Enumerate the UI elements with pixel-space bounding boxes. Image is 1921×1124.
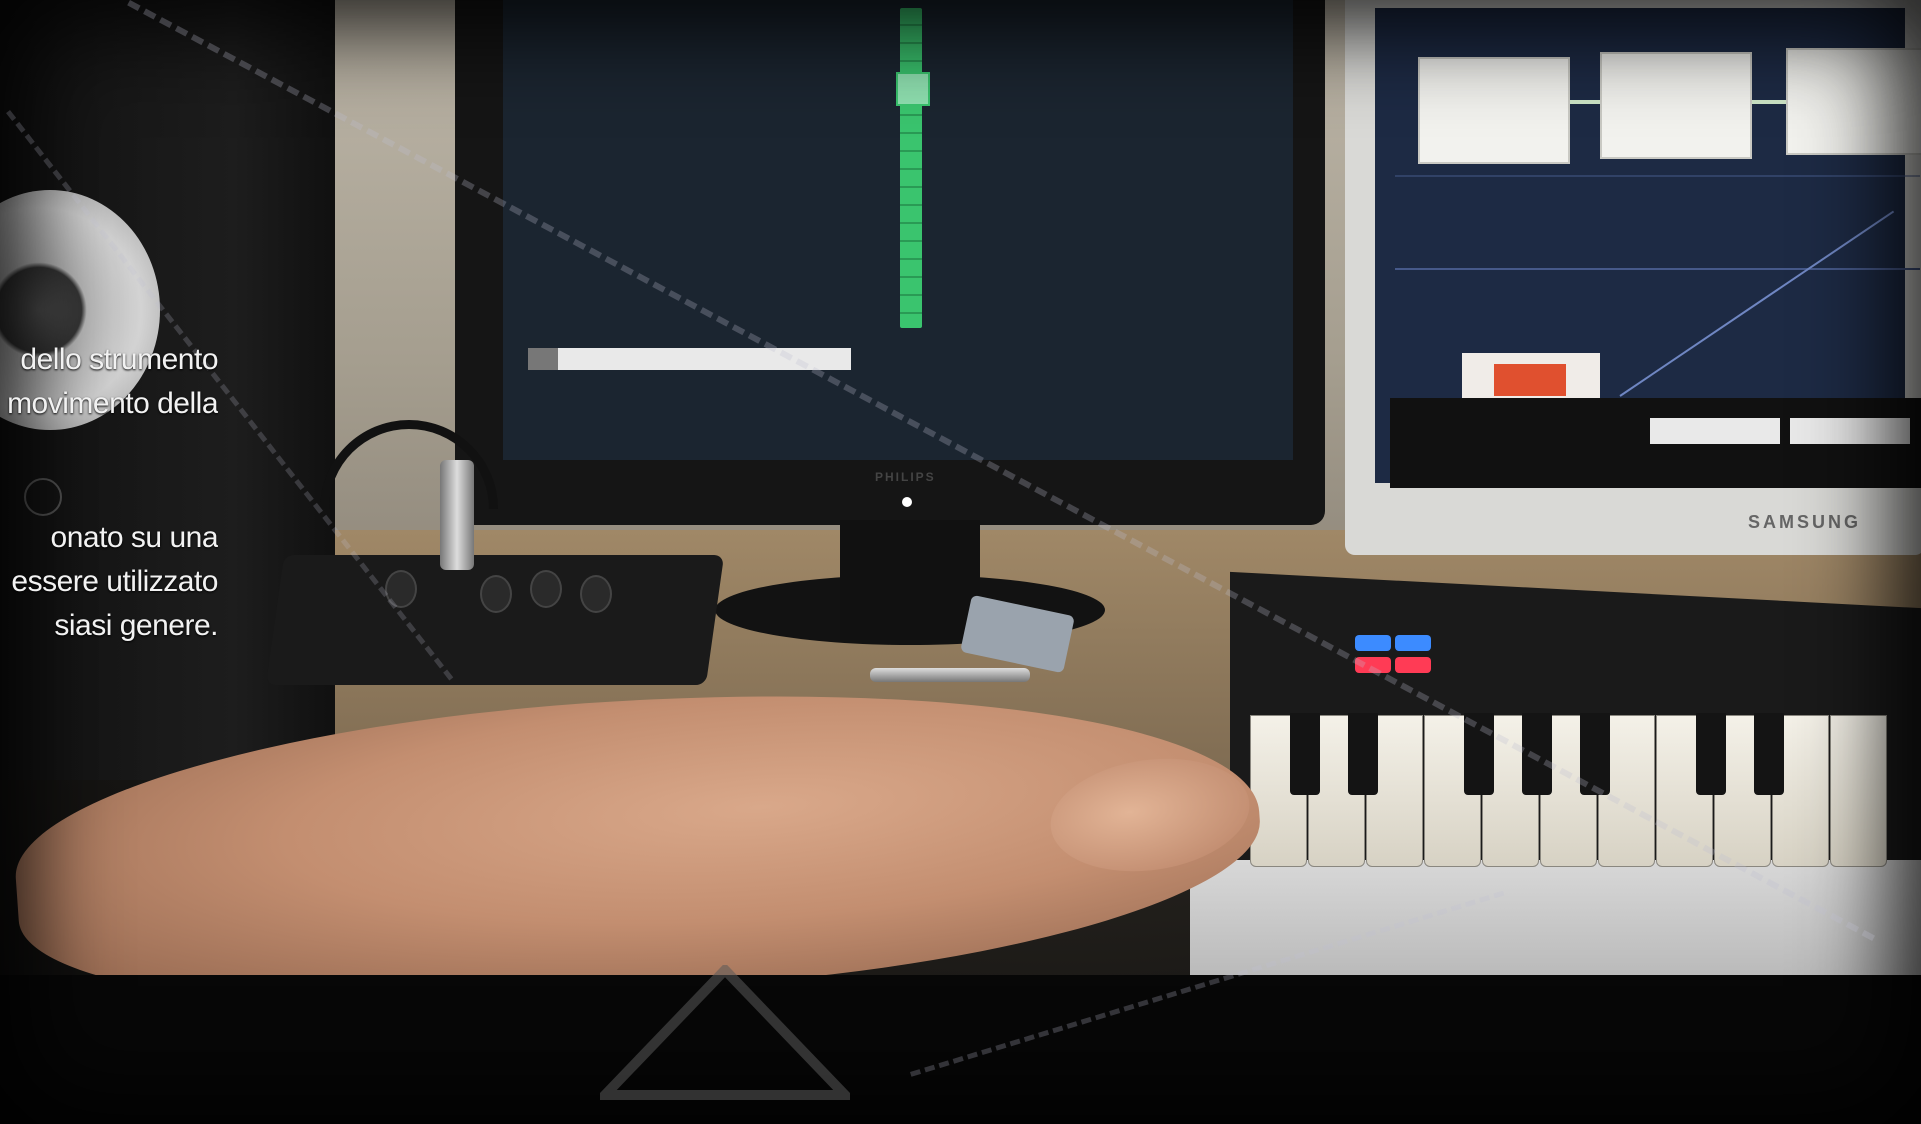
monitor-stand [840, 520, 980, 640]
power-led [902, 497, 912, 507]
white-key [1830, 715, 1887, 867]
overlay-text-line: onato su una [50, 521, 218, 554]
decorative-triangle-icon [600, 965, 850, 1100]
main-monitor-brand: PHILIPS [875, 470, 936, 484]
loose-jack [870, 668, 1030, 682]
keyboard-pad [1355, 635, 1391, 651]
audio-jack [440, 460, 474, 570]
level-meter-handle [896, 72, 930, 106]
overlay-text-line: essere utilizzato [11, 565, 218, 598]
speaker-logo-icon [24, 478, 62, 516]
video-frame: PHILIPS SAMSUNG dello strumento moviment… [0, 0, 1921, 1124]
main-monitor [455, 0, 1325, 525]
overlay-text-line: siasi genere. [54, 609, 218, 642]
black-key [1290, 713, 1320, 795]
daw-red-indicator [1494, 364, 1566, 396]
screen-progress-bar-cap [528, 348, 558, 370]
main-monitor-screen [503, 0, 1293, 460]
daw-node [1786, 48, 1921, 155]
daw-time-display [1650, 418, 1780, 444]
side-monitor-brand: SAMSUNG [1748, 512, 1862, 532]
overlay-text-line: movimento della [7, 387, 218, 420]
black-key [1348, 713, 1378, 795]
daw-node [1418, 57, 1570, 164]
overlay-text-block-2: onato su una essere utilizzato siasi gen… [0, 516, 218, 648]
keyboard-keys [1250, 713, 1921, 875]
keyboard-pad [1395, 635, 1431, 651]
bottom-letterbox [0, 975, 1921, 1124]
overlay-text-line: dello strumento [20, 343, 218, 376]
daw-tempo-display [1790, 418, 1910, 444]
overlay-text-block-1: dello strumento movimento della [0, 338, 218, 426]
daw-node [1600, 52, 1752, 159]
daw-grid-line [1395, 268, 1920, 270]
interface-knob [530, 570, 562, 608]
black-key [1696, 713, 1726, 795]
keyboard-front-panel [1190, 860, 1921, 980]
interface-knob [480, 575, 512, 613]
level-meter [900, 8, 922, 328]
interface-knob [580, 575, 612, 613]
keyboard-pad [1395, 657, 1431, 673]
daw-grid-line [1395, 175, 1920, 177]
black-key [1754, 713, 1784, 795]
